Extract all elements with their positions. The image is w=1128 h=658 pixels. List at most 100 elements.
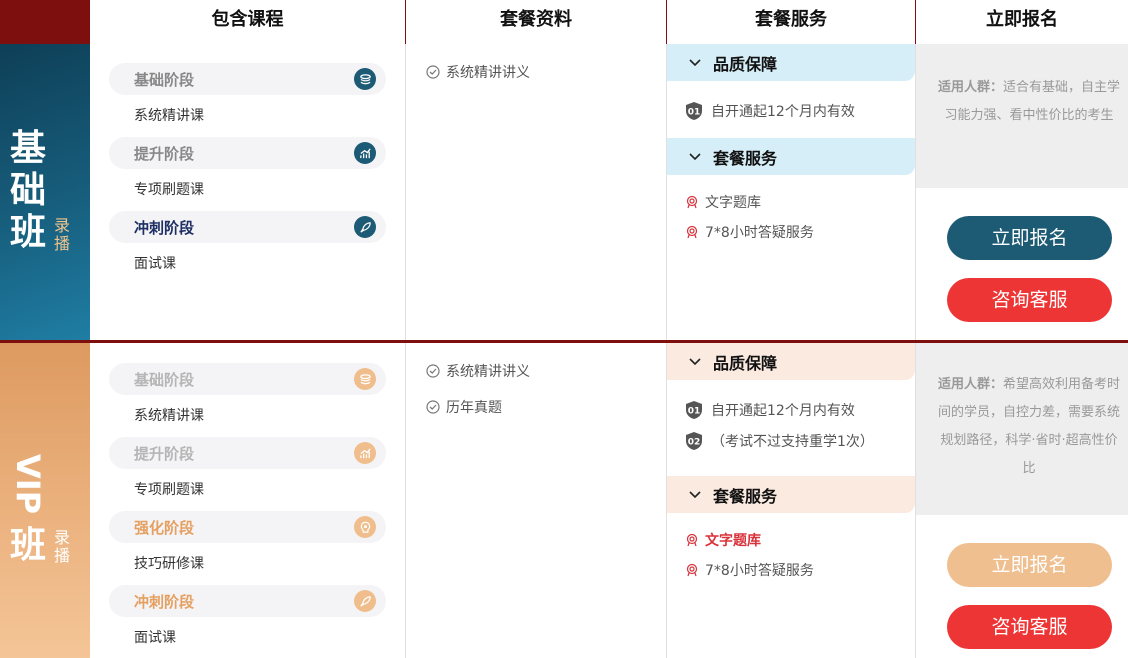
audience-box: 适用人群：希望高效利用备考时间的学员，自控力差，需要系统规划路径，科学·省时·超…: [916, 343, 1128, 515]
service-title: 套餐服务: [713, 148, 778, 168]
plan-mode: 录播: [53, 216, 70, 253]
enroll-button[interactable]: 立即报名: [947, 216, 1112, 260]
quality-header[interactable]: 品质保障: [667, 44, 915, 81]
material-item: 历年真题: [426, 398, 666, 416]
chevron-down-icon: [689, 152, 701, 160]
svg-text:01: 01: [688, 107, 701, 117]
shield-number-icon: 01: [686, 400, 702, 419]
consult-button[interactable]: 咨询客服: [947, 605, 1112, 649]
service-text: 文字题库: [705, 533, 761, 549]
rocket-icon: [354, 216, 376, 238]
service-text: 7*8小时答疑服务: [705, 225, 814, 241]
plan-title: VIP 班: [8, 453, 48, 567]
stage-pill: 基础阶段: [109, 363, 386, 395]
enroll-button[interactable]: 立即报名: [947, 543, 1112, 587]
lightbulb-head-icon: [354, 516, 376, 538]
quality-title: 品质保障: [713, 353, 778, 373]
quality-text: （考试不过支持重学1次）: [711, 433, 874, 450]
course-list: 基础阶段 系统精讲课 提升阶段 专项刷题课 冲刺阶段 面试课: [90, 44, 406, 340]
audience-label: 适用人群：: [937, 80, 1003, 95]
stage-label: 冲刺阶段: [134, 218, 195, 237]
plan-badge-basic: 基础班 录播: [0, 44, 90, 340]
service-header[interactable]: 套餐服务: [667, 138, 915, 175]
material-label: 系统精讲讲义: [446, 65, 530, 81]
service-title: 套餐服务: [713, 486, 778, 506]
table-header: 包含课程 套餐资料 套餐服务 立即报名: [0, 0, 1128, 44]
plan-title: 基础班: [9, 128, 46, 253]
award-icon: [686, 563, 698, 577]
award-icon: [686, 195, 698, 209]
service-text: 文字题库: [705, 195, 761, 211]
svg-text:02: 02: [688, 437, 701, 447]
services-panel: 品质保障 01 自开通起12个月内有效 套餐服务 文字题库 7*8小时答疑服务: [667, 44, 916, 340]
plan-title-bottom: 班: [9, 525, 46, 566]
service-text: 7*8小时答疑服务: [705, 563, 814, 579]
course-list: 基础阶段 系统精讲课 提升阶段 专项刷题课 强化阶段 技巧研修课 冲刺阶段 面试…: [90, 343, 406, 658]
material-label: 历年真题: [446, 400, 502, 416]
award-icon: [686, 533, 698, 547]
header-courses: 包含课程: [90, 0, 406, 44]
stage-label: 冲刺阶段: [134, 592, 195, 611]
course-item: 面试课: [134, 630, 176, 646]
audience-box: 适用人群：适合有基础，自主学习能力强、看中性价比的考生: [916, 44, 1128, 188]
course-item: 系统精讲课: [134, 108, 204, 124]
audience-label: 适用人群：: [937, 377, 1003, 392]
stage-pill: 冲刺阶段: [109, 585, 386, 617]
quality-item: 02 （考试不过支持重学1次）: [667, 425, 915, 456]
growth-chart-icon: [354, 442, 376, 464]
check-circle-icon: [426, 364, 440, 378]
enroll-panel: 适用人群：希望高效利用备考时间的学员，自控力差，需要系统规划路径，科学·省时·超…: [916, 343, 1128, 658]
chevron-down-icon: [689, 490, 701, 498]
services-panel: 品质保障 01 自开通起12个月内有效 02 （考试不过支持重学1次） 套餐服务…: [667, 343, 916, 658]
course-item: 专项刷题课: [134, 182, 204, 198]
material-item: 系统精讲讲义: [426, 362, 666, 380]
quality-text: 自开通起12个月内有效: [711, 103, 855, 120]
plan-mode: 录播: [53, 528, 70, 565]
stack-icon: [354, 68, 376, 90]
enroll-panel: 适用人群：适合有基础，自主学习能力强、看中性价比的考生 立即报名 咨询客服: [916, 44, 1128, 340]
service-item: 文字题库: [667, 187, 915, 217]
material-item: 系统精讲讲义: [426, 63, 666, 81]
course-item: 面试课: [134, 256, 176, 272]
quality-header[interactable]: 品质保障: [667, 343, 915, 380]
materials-list: 系统精讲讲义: [406, 44, 667, 340]
service-item: 7*8小时答疑服务: [667, 217, 915, 247]
chevron-down-icon: [689, 357, 701, 365]
chevron-down-icon: [689, 58, 701, 66]
shield-number-icon: 02: [686, 431, 702, 450]
course-item: 系统精讲课: [134, 408, 204, 424]
rocket-icon: [354, 590, 376, 612]
service-header[interactable]: 套餐服务: [667, 476, 915, 513]
stage-label: 强化阶段: [134, 518, 195, 537]
course-item: 专项刷题课: [134, 482, 204, 498]
plan-badge-vip: VIP 班 录播: [0, 343, 90, 658]
check-circle-icon: [426, 400, 440, 414]
stage-pill: 基础阶段: [109, 63, 386, 95]
award-icon: [686, 225, 698, 239]
plan-row-vip: VIP 班 录播 基础阶段 系统精讲课 提升阶段 专项刷题课 强化阶段 技巧研修…: [0, 340, 1128, 658]
quality-item: 01 自开通起12个月内有效: [667, 95, 915, 126]
stage-pill: 强化阶段: [109, 511, 386, 543]
plan-row-basic: 基础班 录播 基础阶段 系统精讲课 提升阶段 专项刷题课 冲刺阶段 面试课 系统…: [0, 44, 1128, 340]
stack-icon: [354, 368, 376, 390]
material-label: 系统精讲讲义: [446, 364, 530, 380]
header-enroll: 立即报名: [986, 9, 1058, 30]
plan-title-top: VIP: [9, 453, 47, 515]
materials-list: 系统精讲讲义 历年真题: [406, 343, 667, 658]
stage-label: 提升阶段: [134, 444, 195, 463]
stage-pill: 冲刺阶段: [109, 211, 386, 243]
growth-chart-icon: [354, 142, 376, 164]
stage-label: 提升阶段: [134, 144, 195, 163]
shield-number-icon: 01: [686, 101, 702, 120]
header-corner: [0, 0, 90, 44]
stage-label: 基础阶段: [134, 70, 195, 89]
check-circle-icon: [426, 65, 440, 79]
service-item: 7*8小时答疑服务: [667, 555, 915, 585]
stage-label: 基础阶段: [134, 370, 195, 389]
quality-item: 01 自开通起12个月内有效: [667, 394, 915, 425]
service-item: 文字题库: [667, 525, 915, 555]
stage-pill: 提升阶段: [109, 137, 386, 169]
header-services: 套餐服务: [667, 0, 916, 44]
stage-pill: 提升阶段: [109, 437, 386, 469]
consult-button[interactable]: 咨询客服: [947, 278, 1112, 322]
